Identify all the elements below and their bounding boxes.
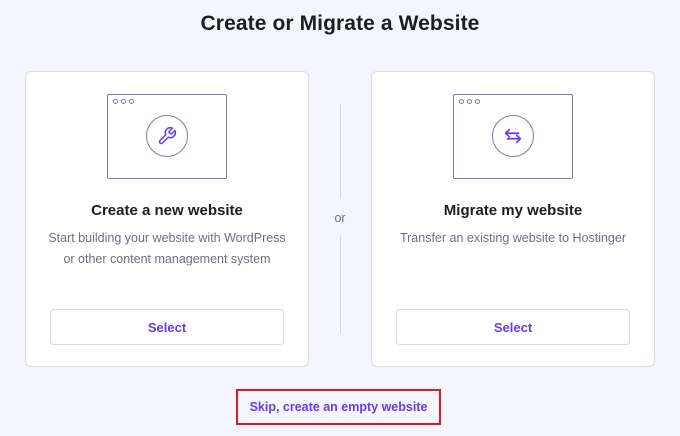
skip-create-empty-link[interactable]: Skip, create an empty website [250, 400, 428, 414]
window-dot-icon [475, 99, 480, 104]
window-dot-icon [467, 99, 472, 104]
window-dot-icon [129, 99, 134, 104]
window-dot-icon [113, 99, 118, 104]
browser-illustration [453, 94, 573, 179]
create-website-card[interactable]: Create a new website Start building your… [25, 71, 309, 367]
skip-highlight-box: Skip, create an empty website [236, 389, 441, 425]
browser-illustration [107, 94, 227, 179]
window-dot-icon [459, 99, 464, 104]
wrench-icon [146, 115, 188, 157]
card-description: Transfer an existing website to Hostinge… [399, 231, 627, 245]
select-migrate-button[interactable]: Select [396, 309, 630, 345]
window-dot-icon [121, 99, 126, 104]
select-create-button[interactable]: Select [50, 309, 284, 345]
card-description: Start building your website with WordPre… [48, 231, 286, 266]
divider-line [340, 236, 341, 333]
card-title: Create a new website [91, 202, 243, 219]
divider-line [340, 104, 341, 198]
migrate-website-card[interactable]: Migrate my website Transfer an existing … [371, 71, 655, 367]
browser-bar [108, 95, 226, 109]
browser-bar [454, 95, 572, 109]
or-label: or [334, 211, 346, 225]
card-title: Migrate my website [443, 202, 583, 219]
page-title: Create or Migrate a Website [200, 12, 480, 35]
arrows-swap-icon [492, 115, 534, 157]
create-or-migrate-page: Create or Migrate a Website Create a new… [0, 0, 680, 436]
